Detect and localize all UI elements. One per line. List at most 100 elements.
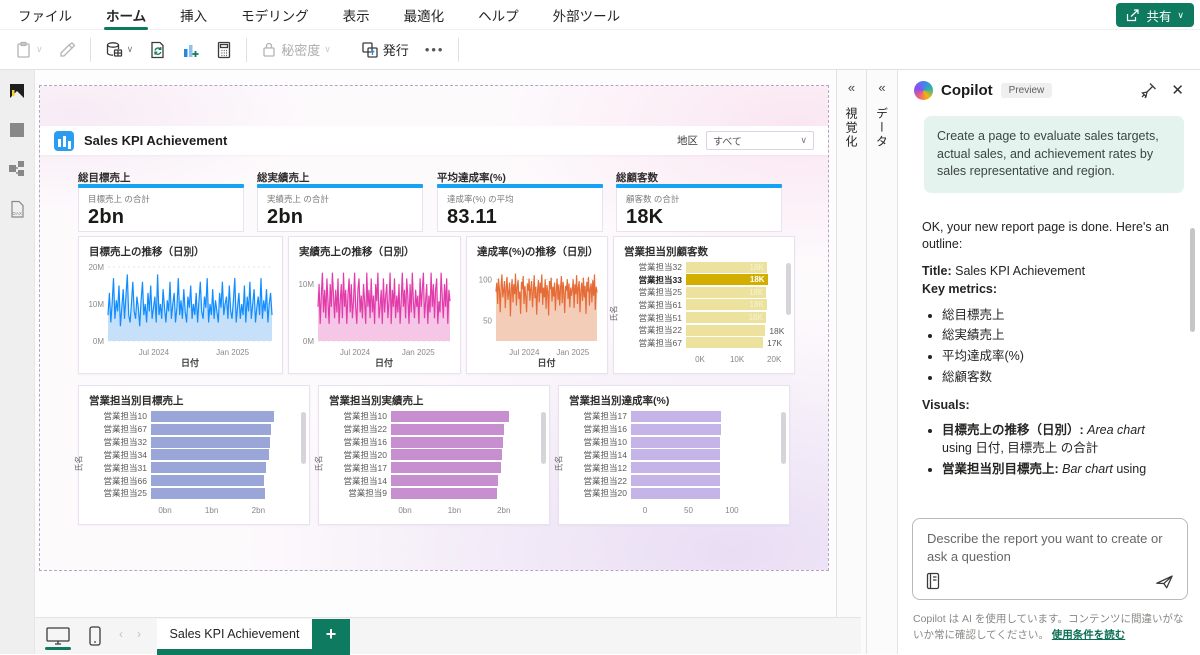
bar-row[interactable]: 営業担当17	[333, 462, 535, 474]
share-button[interactable]: 共有 ∨	[1116, 3, 1194, 27]
bar-row[interactable]: 営業担当10	[93, 410, 295, 422]
preview-badge: Preview	[1001, 83, 1053, 98]
bar-row[interactable]: 営業担当3318K	[628, 274, 780, 286]
scrollbar-thumb[interactable]	[786, 263, 791, 315]
scrollbar-thumb[interactable]	[1190, 228, 1195, 332]
response-intro: OK, your new report page is done. Here's…	[922, 219, 1170, 255]
bar-row[interactable]: 営業担当25 18K	[628, 286, 780, 298]
bar-category-label: 営業担当25	[93, 487, 147, 499]
menu-view[interactable]: 表示	[341, 0, 372, 30]
chart-tile-goal-trend[interactable]: 目標売上の推移（日別） 0M10M20MJul 2024Jan 2025日付	[78, 236, 283, 374]
bar-row[interactable]: 営業担当25	[93, 487, 295, 499]
bar-row[interactable]: 営業担当34	[93, 449, 295, 461]
model-view-button[interactable]	[8, 160, 26, 178]
chart-tile-goal-by-rep[interactable]: 営業担当別目標売上 氏名営業担当10営業担当67営業担当32営業担当34営業担当…	[78, 385, 310, 525]
next-page-arrow[interactable]: ›	[137, 627, 141, 641]
bar-chart-rate-by-rep: 氏名営業担当17営業担当16営業担当10営業担当14営業担当12営業担当22営業…	[559, 406, 789, 524]
bar-row[interactable]: 営業担当6717K	[628, 337, 780, 349]
chart-tile-rate-trend[interactable]: 達成率(%)の推移（日別） 50100Jul 2024Jan 2025日付	[466, 236, 608, 374]
list-item: 営業担当別目標売上: Bar chart using	[942, 461, 1170, 479]
menu-home[interactable]: ホーム	[104, 0, 148, 30]
svg-text:Jul 2024: Jul 2024	[139, 348, 170, 357]
bar-row[interactable]: 営業担当67	[93, 423, 295, 435]
data-pane-collapsed[interactable]: « データ	[866, 70, 897, 654]
new-visual-button[interactable]	[174, 37, 208, 63]
paste-button[interactable]: ∨	[8, 37, 51, 63]
bar-row[interactable]: 営業担当20	[333, 449, 535, 461]
bar-row[interactable]: 営業担当14	[333, 475, 535, 487]
menu-optimize[interactable]: 最適化	[402, 0, 447, 30]
menu-help[interactable]: ヘルプ	[476, 0, 521, 30]
bar-row[interactable]: 営業担当6118K	[628, 299, 780, 311]
notebook-icon[interactable]	[925, 572, 941, 590]
bar-row[interactable]: 営業担当2218K	[628, 324, 780, 336]
clear-chat-broom-icon[interactable]	[1140, 82, 1157, 99]
more-options-button[interactable]: •••	[417, 38, 453, 61]
kpi-card-total-actual[interactable]: 総実績売上 実績売上 の合計2bn	[257, 170, 423, 232]
bar-category-label: 営業担当66	[93, 475, 147, 487]
bar-row[interactable]: 営業担当17	[573, 410, 775, 422]
format-painter-button[interactable]	[51, 38, 84, 62]
expand-pane-icon[interactable]: «	[878, 80, 885, 95]
bar-row[interactable]: 営業担当14	[573, 449, 775, 461]
bar-row[interactable]: 営業担当5118K	[628, 312, 780, 324]
scrollbar-thumb[interactable]	[301, 412, 306, 464]
desktop-view-button[interactable]	[45, 626, 71, 646]
bar-row[interactable]: 営業担当10	[333, 410, 535, 422]
send-icon[interactable]	[1154, 572, 1174, 590]
menu-insert[interactable]: 挿入	[178, 0, 209, 30]
prev-page-arrow[interactable]: ‹	[119, 627, 123, 641]
bar-row[interactable]: 営業担当3218K	[628, 261, 780, 273]
chart-tile-actual-trend[interactable]: 実績売上の推移（日別） 0M10MJul 2024Jan 2025日付	[288, 236, 461, 374]
publish-button[interactable]: 発行	[353, 36, 417, 63]
bar-row[interactable]: 営業担当16	[333, 436, 535, 448]
bar-row[interactable]: 営業担当9	[333, 487, 535, 499]
scrollbar-thumb[interactable]	[781, 412, 786, 464]
kpi-card-avg-rate[interactable]: 平均達成率(%) 達成率(%) の平均83.11	[437, 170, 603, 232]
bar-row[interactable]: 営業担当66	[93, 475, 295, 487]
close-icon[interactable]: ✕	[1171, 81, 1184, 99]
bar-row[interactable]: 営業担当10	[573, 436, 775, 448]
menu-file[interactable]: ファイル	[16, 0, 74, 30]
bar-row[interactable]: 営業担当20	[573, 487, 775, 499]
bar-row[interactable]: 営業担当22	[333, 423, 535, 435]
expand-pane-icon[interactable]: «	[848, 80, 855, 95]
scrollbar-thumb[interactable]	[541, 412, 546, 464]
svg-text:日付: 日付	[375, 357, 393, 368]
sensitivity-button[interactable]: 秘密度 ∨	[253, 36, 339, 63]
report-canvas[interactable]: Sales KPI Achievement 地区 すべて ∨ 総目標売上 目標売…	[40, 86, 828, 570]
area-chart-rate-trend: 50100Jul 2024Jan 2025日付	[469, 257, 605, 371]
chart-tile-actual-by-rep[interactable]: 営業担当別実績売上 氏名営業担当10営業担当22営業担当16営業担当20営業担当…	[318, 385, 550, 525]
copilot-input-box[interactable]: Describe the report you want to create o…	[912, 518, 1188, 600]
data-source-button[interactable]: ∨	[97, 37, 142, 63]
copilot-panel: Copilot Preview ✕ Create a page to evalu…	[897, 70, 1200, 654]
bar-value-label: 18K	[749, 288, 763, 297]
chart-tile-rate-by-rep[interactable]: 営業担当別達成率(%) 氏名営業担当17営業担当16営業担当10営業担当14営業…	[558, 385, 790, 525]
svg-text:日付: 日付	[181, 357, 199, 368]
calculator-button[interactable]	[208, 37, 240, 63]
region-filter-dropdown[interactable]: すべて ∨	[706, 131, 814, 150]
kpi-card-total-customers[interactable]: 総顧客数 顧客数 の合計18K	[616, 170, 782, 232]
menu-external-tools[interactable]: 外部ツール	[551, 0, 623, 30]
kpi-card-total-goal[interactable]: 総目標売上 目標売上 の合計2bn	[78, 170, 244, 232]
terms-link[interactable]: 使用条件を読む	[1052, 629, 1126, 641]
svg-text:Jan 2025: Jan 2025	[402, 348, 435, 357]
chart-tile-customers-by-rep[interactable]: 営業担当別顧客数 氏名営業担当3218K営業担当3318K営業担当2518K営業…	[613, 236, 795, 374]
mobile-view-button[interactable]	[88, 625, 102, 647]
transform-data-button[interactable]	[141, 37, 174, 63]
dax-view-button[interactable]: DAX	[8, 200, 26, 220]
table-view-button[interactable]	[9, 122, 25, 138]
menu-modeling[interactable]: モデリング	[239, 0, 311, 30]
bar-category-label: 営業担当10	[93, 410, 147, 422]
bar-row[interactable]: 営業担当16	[573, 423, 775, 435]
bar-row[interactable]: 営業担当32	[93, 436, 295, 448]
bar-row[interactable]: 営業担当22	[573, 475, 775, 487]
svg-text:0M: 0M	[303, 337, 314, 346]
visualizations-pane-collapsed[interactable]: « 視覚化	[836, 70, 866, 654]
page-tab[interactable]: Sales KPI Achievement	[157, 619, 312, 649]
report-view-button[interactable]	[8, 82, 26, 100]
bar-row[interactable]: 営業担当12	[573, 462, 775, 474]
bar-row[interactable]: 営業担当31	[93, 462, 295, 474]
bar-category-label: 営業担当25	[628, 286, 682, 298]
new-page-button[interactable]: +	[312, 619, 350, 649]
